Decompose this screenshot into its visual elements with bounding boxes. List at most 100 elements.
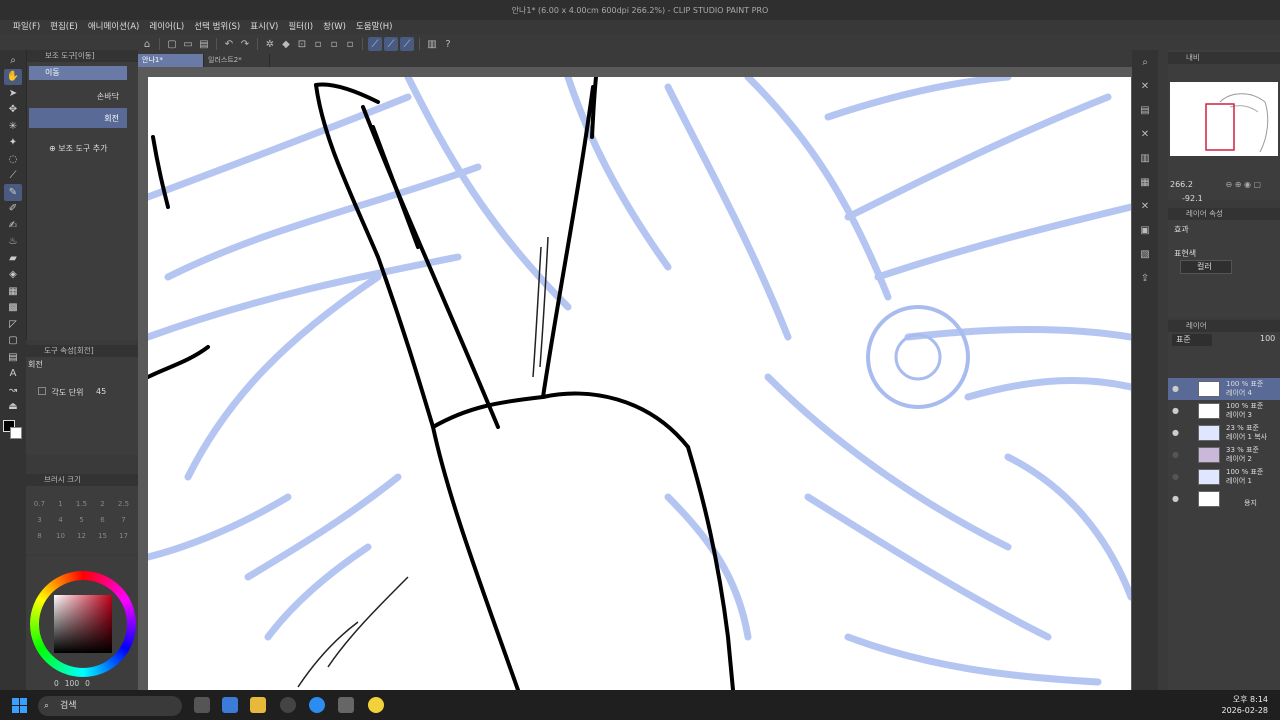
navigator-thumbnail[interactable] <box>1170 82 1278 156</box>
expression-color-select[interactable]: 컬러 <box>1180 260 1232 274</box>
pen-icon[interactable]: ✎ <box>4 184 22 201</box>
brush-size-item[interactable]: 7 <box>113 516 134 524</box>
brush-size-item[interactable]: 4 <box>50 516 71 524</box>
clip-studio-paint-icon[interactable] <box>368 697 384 713</box>
color-swatches[interactable] <box>2 419 24 441</box>
menu-window[interactable]: 창(W) <box>318 20 351 34</box>
eye-icon[interactable]: ● <box>1172 428 1179 437</box>
menu-help[interactable]: 도움말(H) <box>351 20 397 34</box>
eye-hidden-icon[interactable]: ● <box>1172 472 1179 481</box>
close-icon[interactable]: ✕ <box>1137 126 1153 142</box>
close-icon[interactable]: ✕ <box>1137 198 1153 214</box>
timeline-icon[interactable]: ▦ <box>1137 174 1153 190</box>
angle-unit-checkbox[interactable] <box>38 387 46 395</box>
drawing-canvas[interactable] <box>148 77 1131 690</box>
menu-filter[interactable]: 필터(I) <box>283 20 318 34</box>
menu-selection[interactable]: 선택 범위(S) <box>189 20 245 34</box>
copilot-icon[interactable] <box>222 697 238 713</box>
transform-icon[interactable]: ⊡ <box>295 37 309 51</box>
show-selection-icon[interactable]: ▫ <box>343 37 357 51</box>
menu-edit[interactable]: 편집(E) <box>45 20 83 34</box>
eye-icon[interactable]: ● <box>1172 494 1179 503</box>
deselect-icon[interactable]: ▫ <box>311 37 325 51</box>
help-icon[interactable]: ? <box>441 37 455 51</box>
correct-line-icon[interactable]: ↝ <box>4 382 22 399</box>
taskbar-search[interactable]: ⌕ 검색 <box>38 696 182 716</box>
menu-view[interactable]: 표시(V) <box>245 20 283 34</box>
menu-file[interactable]: 파일(F) <box>8 20 45 34</box>
doc-tab-active[interactable]: 안나1* <box>138 54 204 67</box>
layer-row[interactable]: ● 33 % 표준 레이어 2 <box>1168 444 1280 466</box>
layer-row[interactable]: ● 100 % 표준 레이어 1 <box>1168 466 1280 488</box>
blend-icon[interactable]: ⏏ <box>4 399 22 416</box>
selection-icon[interactable]: ✦ <box>4 135 22 152</box>
clip-studio-icon[interactable] <box>338 697 354 713</box>
saturation-value-square[interactable] <box>54 595 112 653</box>
brush-size-item[interactable]: 6 <box>92 516 113 524</box>
rotation-value[interactable]: -92.1 <box>1182 194 1203 203</box>
brush-size-item[interactable]: 0.7 <box>29 500 50 508</box>
brush-size-item[interactable]: 1 <box>50 500 71 508</box>
angle-unit-value[interactable]: 45 <box>96 387 106 396</box>
subtool-hand[interactable]: 손바닥 <box>29 90 129 104</box>
save-icon[interactable]: ▤ <box>197 37 211 51</box>
lasso-icon[interactable]: ◌ <box>4 151 22 168</box>
brush-size-item[interactable]: 10 <box>50 532 71 540</box>
snap-ruler-icon[interactable]: ⟋ <box>368 37 382 51</box>
eyedropper-icon[interactable]: ⟋ <box>4 168 22 185</box>
sub-color-swatch[interactable] <box>10 427 22 439</box>
invert-selection-icon[interactable]: ▫ <box>327 37 341 51</box>
frame-icon[interactable]: ▩ <box>4 300 22 317</box>
airbrush-icon[interactable]: ♨ <box>4 234 22 251</box>
windows-start-icon[interactable] <box>12 698 27 713</box>
brush-size-item[interactable]: 15 <box>92 532 113 540</box>
file-explorer-icon[interactable] <box>250 697 266 713</box>
layer-row[interactable]: ● 23 % 표준 레이어 1 복사 <box>1168 422 1280 444</box>
text-icon[interactable]: A <box>4 366 22 383</box>
snap-grid-icon[interactable]: ⟋ <box>400 37 414 51</box>
layer-row[interactable]: ● 100 % 표준 레이어 3 <box>1168 400 1280 422</box>
fill-icon[interactable]: ◆ <box>279 37 293 51</box>
material-icon[interactable]: ▤ <box>1137 102 1153 118</box>
brush-size-item[interactable]: 12 <box>71 532 92 540</box>
operation-icon[interactable]: ➤ <box>4 85 22 102</box>
figure-icon[interactable]: ▢ <box>4 333 22 350</box>
blend-mode-select[interactable]: 표준 <box>1172 334 1212 346</box>
move-layer-icon[interactable]: ✥ <box>4 102 22 119</box>
eraser-icon[interactable]: ▰ <box>4 250 22 267</box>
doc-tab[interactable]: 일러스트2* <box>204 54 270 67</box>
eye-hidden-icon[interactable]: ● <box>1172 450 1179 459</box>
zoom-value[interactable]: 266.2 <box>1170 180 1193 189</box>
pencil-icon[interactable]: ✐ <box>4 201 22 218</box>
brush-size-item[interactable]: 5 <box>71 516 92 524</box>
zoom-icon[interactable]: ⌕ <box>4 52 22 69</box>
open-folder-icon[interactable]: ▭ <box>181 37 195 51</box>
zoom-controls-icon[interactable]: ⊖ ⊕ ◉ ▢ <box>1225 180 1261 189</box>
new-file-icon[interactable]: ▢ <box>165 37 179 51</box>
brush-size-item[interactable]: 8 <box>29 532 50 540</box>
chrome-icon[interactable] <box>309 697 325 713</box>
move-hand-icon[interactable]: ✋ <box>4 68 22 85</box>
menu-layer[interactable]: 레이어(L) <box>144 20 189 34</box>
home-icon[interactable]: ⌂ <box>140 37 154 51</box>
browser-icon[interactable] <box>280 697 296 713</box>
subtool-move[interactable]: 이동 <box>29 66 127 80</box>
eye-icon[interactable]: ● <box>1172 384 1179 393</box>
brush-size-item[interactable]: 3 <box>29 516 50 524</box>
brush-size-item[interactable]: 1.5 <box>71 500 92 508</box>
close-icon[interactable]: ✕ <box>1137 78 1153 94</box>
brush-size-item[interactable]: 2.5 <box>113 500 134 508</box>
undo-icon[interactable]: ↶ <box>222 37 236 51</box>
menu-animation[interactable]: 애니메이션(A) <box>83 20 145 34</box>
snap-special-ruler-icon[interactable]: ⟋ <box>384 37 398 51</box>
eye-icon[interactable]: ● <box>1172 406 1179 415</box>
settings-icon[interactable]: ▥ <box>425 37 439 51</box>
subtool-rotate[interactable]: 회전 <box>29 108 127 128</box>
fill-bucket-icon[interactable]: ◈ <box>4 267 22 284</box>
animation-cel-icon[interactable]: ▧ <box>1137 246 1153 262</box>
system-clock[interactable]: 오후 8:14 2026-02-28 <box>1222 694 1269 716</box>
search-icon[interactable]: ⌕ <box>1137 54 1153 70</box>
add-subtool-button[interactable]: ⊕ 보조 도구 추가 <box>49 143 108 154</box>
ruler-icon[interactable]: ◸ <box>4 316 22 333</box>
brush-size-item[interactable]: 2 <box>92 500 113 508</box>
